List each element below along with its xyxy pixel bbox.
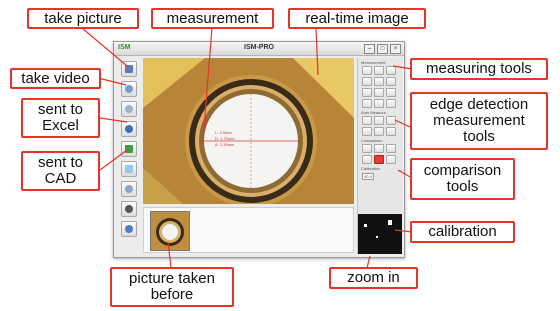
callout-text-line: before — [150, 286, 194, 303]
callout-text-line: measurement — [433, 112, 525, 129]
measurement-callout: measurement — [151, 8, 274, 29]
real-time-image-callout: real-time image — [288, 8, 426, 29]
callout-text-line: sent to — [37, 154, 84, 171]
callout-text-line: comparison — [423, 162, 502, 179]
take-video-callout: take video — [10, 68, 101, 89]
callout-text: calibration — [428, 223, 497, 240]
comparison-tools-callout: comparison tools — [410, 158, 515, 200]
callout-text: take video — [21, 69, 90, 87]
callout-text-line: edge detection — [429, 96, 529, 113]
callout-text-line: Excel — [42, 117, 79, 134]
take-picture-callout: take picture — [27, 8, 139, 29]
sent-to-excel-callout: sent to Excel — [21, 98, 100, 138]
callout-text-line: tools — [463, 128, 495, 145]
callout-text: take picture — [44, 9, 122, 27]
callout-text: measuring tools — [426, 60, 532, 77]
sent-to-cad-callout: sent to CAD — [21, 151, 100, 191]
zoom-in-callout: zoom in — [329, 267, 418, 289]
callout-text: real-time image — [305, 9, 409, 27]
picture-taken-before-callout: picture taken before — [110, 267, 234, 307]
measuring-tools-callout: measuring tools — [410, 58, 548, 80]
callout-text-line: sent to — [37, 101, 84, 118]
edge-detection-callout: edge detection measurement tools — [410, 92, 548, 150]
callout-text-line: picture taken — [129, 270, 215, 287]
callout-text-line: tools — [446, 178, 479, 195]
callout-text: measurement — [166, 9, 259, 27]
calibration-callout: calibration — [410, 221, 515, 243]
callout-text: zoom in — [347, 269, 400, 286]
callout-text-line: CAD — [44, 170, 77, 187]
